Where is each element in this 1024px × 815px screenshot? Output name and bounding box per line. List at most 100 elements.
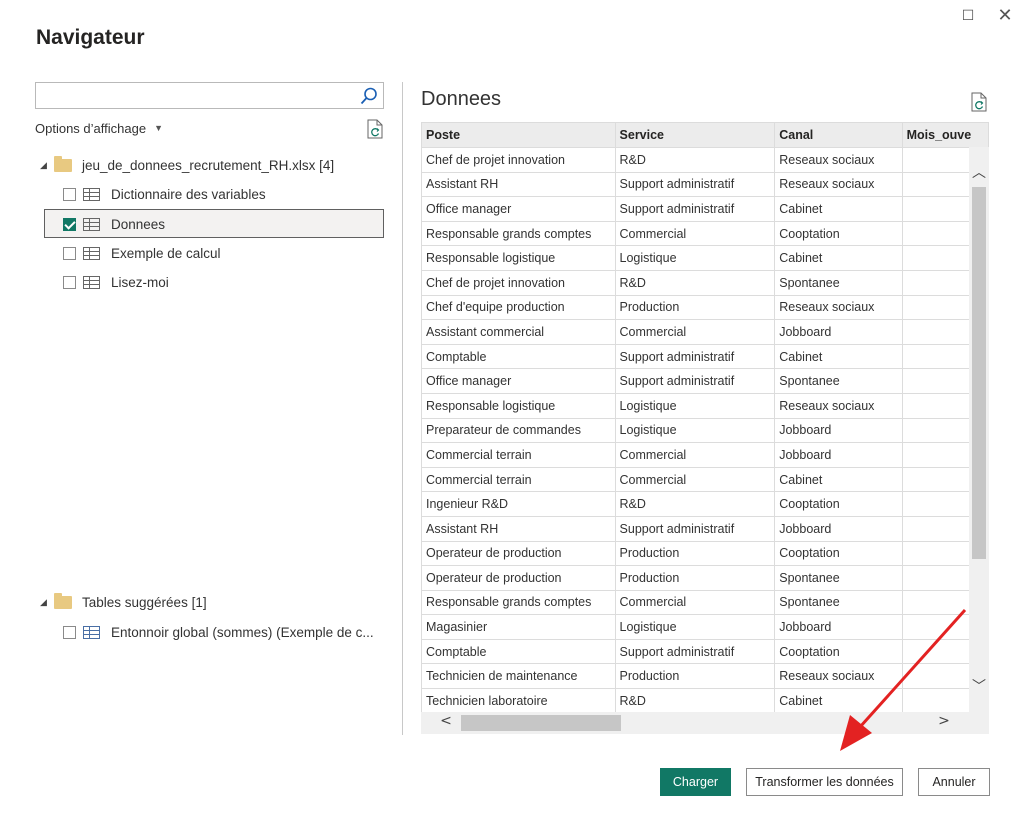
table-row: Chef de projet innovation R&D Spontanee <box>421 269 989 296</box>
table-cell[interactable]: Logistique <box>614 245 776 271</box>
search-input[interactable] <box>35 82 384 109</box>
transform-data-button[interactable]: Transformer les données <box>746 768 903 796</box>
table-cell[interactable]: Production <box>614 663 776 690</box>
table-cell[interactable]: Cooptation <box>774 491 903 517</box>
refresh-icon[interactable] <box>970 92 988 112</box>
table-cell[interactable]: R&D <box>614 688 776 714</box>
tree-item-donnees[interactable]: Donnees <box>63 210 165 238</box>
table-cell[interactable]: Technicien laboratoire <box>421 688 616 714</box>
table-cell[interactable]: Commercial terrain <box>421 442 616 468</box>
table-cell[interactable]: R&D <box>614 147 776 173</box>
tree-item-dictionnaire[interactable]: Dictionnaire des variables <box>63 180 266 208</box>
scroll-left-icon[interactable]: < <box>436 713 456 729</box>
table-cell[interactable]: Preparateur de commandes <box>421 417 616 444</box>
table-cell[interactable]: Logistique <box>614 417 776 444</box>
table-cell[interactable]: Chef de projet innovation <box>421 147 616 173</box>
table-cell[interactable]: Responsable logistique <box>421 392 616 419</box>
column-header[interactable]: Service <box>614 122 776 148</box>
table-cell[interactable]: Support administratif <box>614 368 776 394</box>
table-cell[interactable]: Support administratif <box>614 343 776 370</box>
table-cell[interactable]: Cabinet <box>774 196 903 222</box>
table-cell[interactable]: Chef de projet innovation <box>421 269 616 296</box>
table-cell[interactable]: Spontanee <box>774 269 903 296</box>
table-cell[interactable]: R&D <box>614 269 776 296</box>
collapse-icon[interactable]: ◢ <box>40 597 54 608</box>
table-cell[interactable]: Production <box>614 540 776 567</box>
table-cell[interactable]: Commercial <box>614 466 776 493</box>
table-cell[interactable]: Ingenieur R&D <box>421 491 616 517</box>
table-cell[interactable]: Production <box>614 565 776 591</box>
table-cell[interactable]: Technicien de maintenance <box>421 663 616 690</box>
column-header[interactable]: Poste <box>421 122 616 148</box>
table-cell[interactable]: Assistant commercial <box>421 319 616 345</box>
collapse-icon[interactable]: ◢ <box>40 160 54 171</box>
table-row: Office manager Support administratif Spont… <box>421 368 989 394</box>
scrollbar-thumb[interactable] <box>461 715 621 731</box>
table-cell[interactable]: Operateur de production <box>421 565 616 591</box>
table-cell[interactable]: Comptable <box>421 638 616 665</box>
table-cell[interactable]: Jobboard <box>774 442 903 468</box>
tree-item-lisez-moi[interactable]: Lisez-moi <box>63 268 169 296</box>
table-cell[interactable]: Jobboard <box>774 515 903 542</box>
checkbox[interactable] <box>63 246 76 260</box>
table-cell[interactable]: Responsable logistique <box>421 245 616 271</box>
table-cell[interactable]: Support administratif <box>614 638 776 665</box>
cancel-button[interactable]: Annuler <box>918 768 990 796</box>
table-cell[interactable]: Office manager <box>421 368 616 394</box>
table-cell[interactable]: Responsable grands comptes <box>421 589 616 616</box>
table-cell[interactable]: Chef d'equipe production <box>421 294 616 321</box>
checkbox[interactable] <box>63 275 76 289</box>
table-cell[interactable]: Cabinet <box>774 245 903 271</box>
table-cell[interactable]: Cabinet <box>774 466 903 493</box>
tree-file-node[interactable]: ◢ jeu_de_donnees_recrutement_RH.xlsx [4] <box>40 151 334 179</box>
tree-item-label: Exemple de calcul <box>111 245 221 261</box>
tree-item-exemple[interactable]: Exemple de calcul <box>63 239 221 267</box>
tree-suggested-node[interactable]: ◢ Tables suggérées [1] <box>40 588 207 616</box>
table-cell[interactable]: Reseaux sociaux <box>774 294 903 321</box>
table-cell[interactable]: Commercial terrain <box>421 466 616 493</box>
table-cell[interactable]: Support administratif <box>614 515 776 542</box>
table-cell[interactable]: Assistant RH <box>421 171 616 198</box>
table-cell[interactable]: Office manager <box>421 196 616 222</box>
table-cell[interactable]: Production <box>614 294 776 321</box>
scrollbar-thumb[interactable] <box>972 187 986 559</box>
checkbox[interactable] <box>63 187 76 201</box>
table-cell[interactable]: Support administratif <box>614 196 776 222</box>
checkbox-checked[interactable] <box>63 217 76 231</box>
table-cell[interactable]: Spontanee <box>774 368 903 394</box>
table-cell[interactable]: R&D <box>614 491 776 517</box>
close-icon[interactable]: ✕ <box>993 4 1017 28</box>
table-cell[interactable]: Jobboard <box>774 319 903 345</box>
table-cell[interactable]: Commercial <box>614 442 776 468</box>
maximize-icon[interactable]: ☐ <box>956 4 980 28</box>
table-cell[interactable]: Reseaux sociaux <box>774 171 903 198</box>
display-options-dropdown[interactable]: Options d’affichage ▼ <box>35 121 163 136</box>
column-header[interactable]: Canal <box>774 122 903 148</box>
refresh-icon[interactable] <box>366 119 384 139</box>
table-row: Commercial terrain Commercial Cabinet <box>421 466 989 493</box>
tree-item-entonnoir[interactable]: Entonnoir global (sommes) (Exemple de c.… <box>63 618 374 646</box>
table-cell[interactable]: Commercial <box>614 589 776 616</box>
table-cell[interactable]: Responsable grands comptes <box>421 220 616 247</box>
load-button[interactable]: Charger <box>660 768 731 796</box>
table-cell[interactable]: Commercial <box>614 220 776 247</box>
column-header[interactable]: Mois_ouve <box>901 122 989 148</box>
table-cell[interactable]: Cooptation <box>774 540 903 567</box>
table-cell[interactable]: Reseaux sociaux <box>774 392 903 419</box>
table-cell[interactable]: Cabinet <box>774 343 903 370</box>
checkbox[interactable] <box>63 625 76 639</box>
table-cell[interactable]: Logistique <box>614 392 776 419</box>
table-cell[interactable]: Support administratif <box>614 171 776 198</box>
table-cell[interactable]: Cooptation <box>774 220 903 247</box>
table-cell[interactable]: Operateur de production <box>421 540 616 567</box>
table-cell[interactable]: Assistant RH <box>421 515 616 542</box>
scroll-up-icon[interactable]: ︿ <box>969 162 989 182</box>
table-cell[interactable]: Jobboard <box>774 417 903 444</box>
table-cell[interactable]: Reseaux sociaux <box>774 147 903 173</box>
table-cell[interactable]: Spontanee <box>774 565 903 591</box>
table-cell[interactable]: Commercial <box>614 319 776 345</box>
table-cell[interactable]: Magasinier <box>421 614 616 640</box>
table-cell[interactable]: Logistique <box>614 614 776 640</box>
search-icon[interactable] <box>359 86 379 106</box>
table-cell[interactable]: Comptable <box>421 343 616 370</box>
